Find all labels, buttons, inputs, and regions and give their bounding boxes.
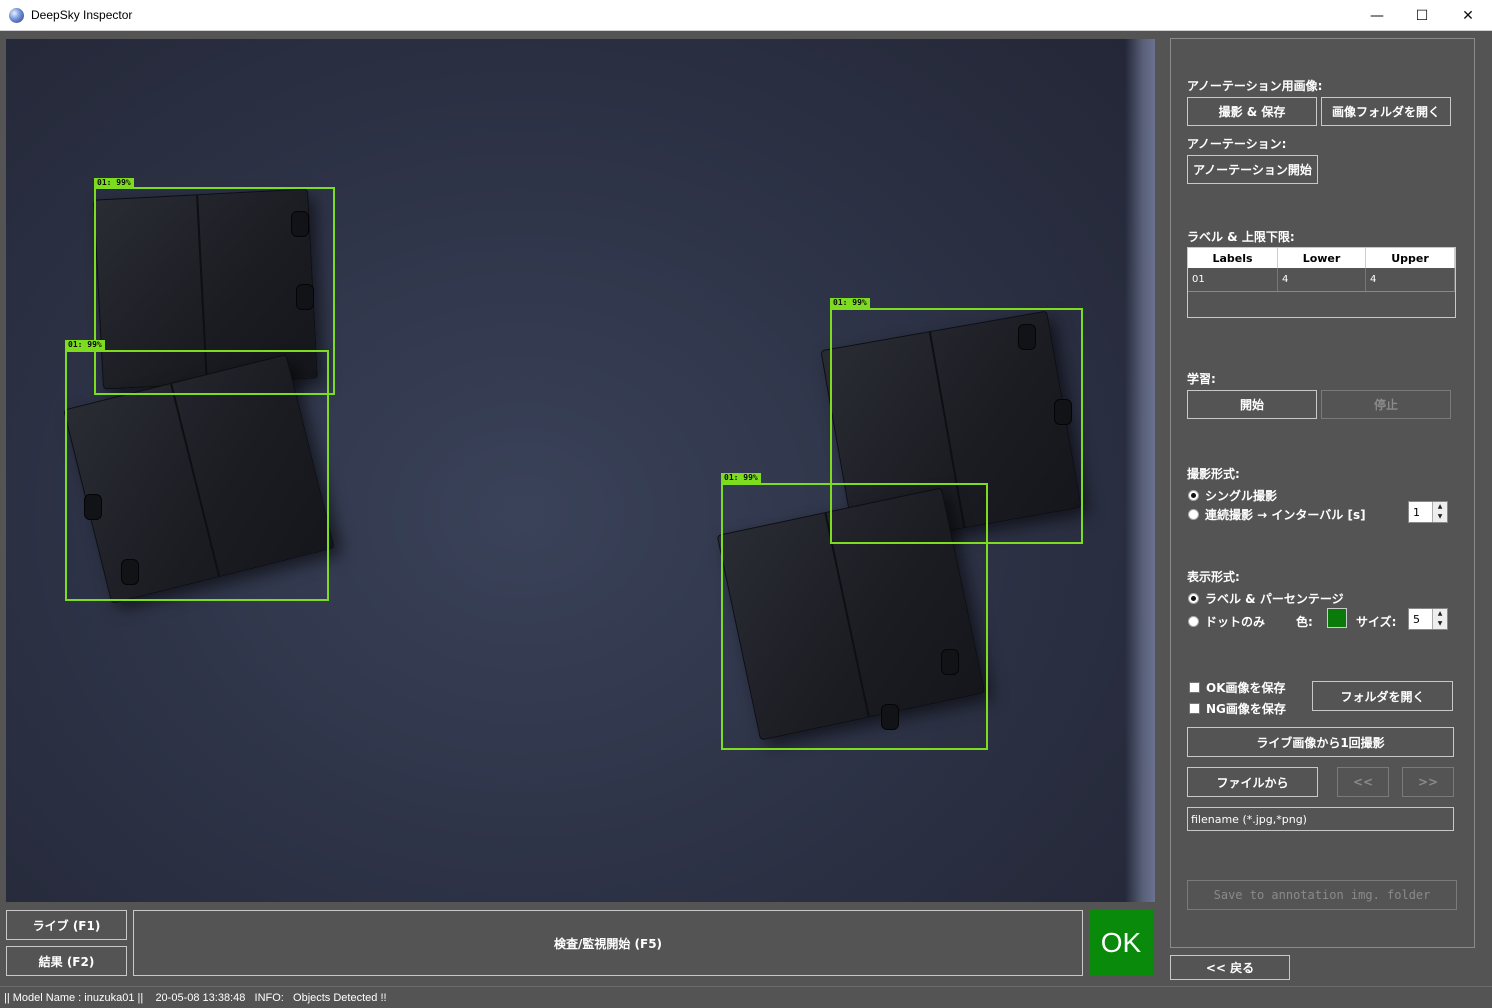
dot-only-radio[interactable]: ドットのみ (1188, 613, 1265, 630)
table-cell-label[interactable]: 01 (1188, 268, 1278, 291)
save-ok-images-text: OK画像を保存 (1206, 681, 1286, 695)
size-value: 5 (1413, 613, 1420, 626)
train-stop-button[interactable]: 停止 (1321, 390, 1451, 419)
label-limits-label: ラベル & 上限下限: (1187, 230, 1295, 244)
interval-stepper[interactable]: 1 ▲ ▼ (1408, 501, 1448, 523)
table-row[interactable]: 01 4 4 (1188, 268, 1455, 292)
filename-input[interactable]: filename (*.jpg,*png) (1187, 807, 1454, 831)
continuous-capture-radio[interactable]: 連続撮影 → インターバル [s] (1188, 506, 1366, 523)
label-limits-table[interactable]: Labels Lower Upper 01 4 4 (1187, 247, 1456, 318)
back-button[interactable]: << 戻る (1170, 955, 1290, 980)
detection-label: 01: 99% (94, 178, 134, 188)
checkbox-icon (1189, 682, 1200, 693)
save-ok-images-checkbox[interactable]: OK画像を保存 (1189, 679, 1286, 696)
from-file-button[interactable]: ファイルから (1187, 767, 1318, 797)
window-title: DeepSky Inspector (31, 8, 133, 22)
single-capture-text: シングル撮影 (1205, 489, 1278, 503)
radio-selected-icon (1188, 593, 1199, 604)
camera-viewport: 01: 99% 01: 99% 01: 99% 01: 99% (6, 39, 1155, 902)
maximize-button[interactable]: ☐ (1399, 0, 1445, 31)
capture-mode-label: 撮影形式: (1187, 467, 1240, 481)
save-ng-images-text: NG画像を保存 (1206, 702, 1286, 716)
column-header-lower[interactable]: Lower (1278, 248, 1366, 268)
save-annotation-button[interactable]: Save to annotation img. folder (1187, 880, 1457, 910)
radio-unselected-icon (1188, 616, 1199, 627)
capture-save-button[interactable]: 撮影 & 保存 (1187, 97, 1317, 126)
dot-color-swatch[interactable] (1327, 608, 1347, 628)
color-label: 色: (1296, 615, 1313, 629)
capture-once-button[interactable]: ライブ画像から1回撮影 (1187, 727, 1454, 757)
single-capture-radio[interactable]: シングル撮影 (1188, 487, 1277, 504)
radio-selected-icon (1188, 490, 1199, 501)
detection-label: 01: 99% (65, 340, 105, 350)
dot-only-text: ドットのみ (1205, 615, 1266, 629)
result-button[interactable]: 結果 (F2) (6, 946, 127, 976)
minimize-button[interactable]: — (1354, 0, 1400, 31)
detection-label: 01: 99% (830, 298, 870, 308)
annotation-label: アノーテーション: (1187, 137, 1287, 151)
table-header: Labels Lower Upper (1188, 248, 1455, 268)
stepper-down-icon[interactable]: ▼ (1433, 619, 1447, 629)
train-start-button[interactable]: 開始 (1187, 390, 1317, 419)
detection-box (721, 483, 988, 750)
live-button[interactable]: ライブ (F1) (6, 910, 127, 940)
label-percentage-radio[interactable]: ラベル & パーセンテージ (1188, 590, 1344, 607)
annotation-image-label: アノーテーション用画像: (1187, 79, 1323, 93)
status-bar: || Model Name : inuzuka01 || 20-05-08 13… (0, 986, 1492, 1008)
column-header-labels[interactable]: Labels (1188, 248, 1278, 268)
table-cell-lower[interactable]: 4 (1278, 268, 1366, 291)
training-label: 学習: (1187, 372, 1216, 386)
close-button[interactable]: ✕ (1445, 0, 1491, 31)
open-folder-button[interactable]: フォルダを開く (1312, 681, 1453, 711)
checkbox-icon (1189, 703, 1200, 714)
detection-label: 01: 99% (721, 473, 761, 483)
viewport-edge-highlight (1125, 39, 1155, 902)
next-button[interactable]: >> (1402, 767, 1454, 797)
interval-value: 1 (1413, 506, 1420, 519)
app-globe-icon (9, 8, 24, 23)
open-image-folder-button[interactable]: 画像フォルダを開く (1321, 97, 1451, 126)
prev-button[interactable]: << (1337, 767, 1389, 797)
table-cell-upper[interactable]: 4 (1366, 268, 1455, 291)
continuous-capture-text: 連続撮影 → インターバル [s] (1205, 508, 1366, 522)
save-ng-images-checkbox[interactable]: NG画像を保存 (1189, 700, 1286, 717)
detection-box (65, 350, 329, 601)
inspect-start-button[interactable]: 検査/監視開始 (F5) (133, 910, 1083, 976)
annotation-start-button[interactable]: アノーテーション開始 (1187, 155, 1318, 184)
size-stepper[interactable]: 5 ▲ ▼ (1408, 608, 1448, 630)
stepper-down-icon[interactable]: ▼ (1433, 512, 1447, 522)
stepper-up-icon[interactable]: ▲ (1433, 502, 1447, 512)
stepper-up-icon[interactable]: ▲ (1433, 609, 1447, 619)
label-percentage-text: ラベル & パーセンテージ (1205, 592, 1344, 606)
ok-status-indicator: OK (1089, 910, 1153, 976)
display-mode-label: 表示形式: (1187, 570, 1240, 584)
column-header-upper[interactable]: Upper (1366, 248, 1455, 268)
title-bar: DeepSky Inspector — ☐ ✕ (0, 0, 1492, 31)
size-label: サイズ: (1356, 615, 1397, 629)
radio-unselected-icon (1188, 509, 1199, 520)
